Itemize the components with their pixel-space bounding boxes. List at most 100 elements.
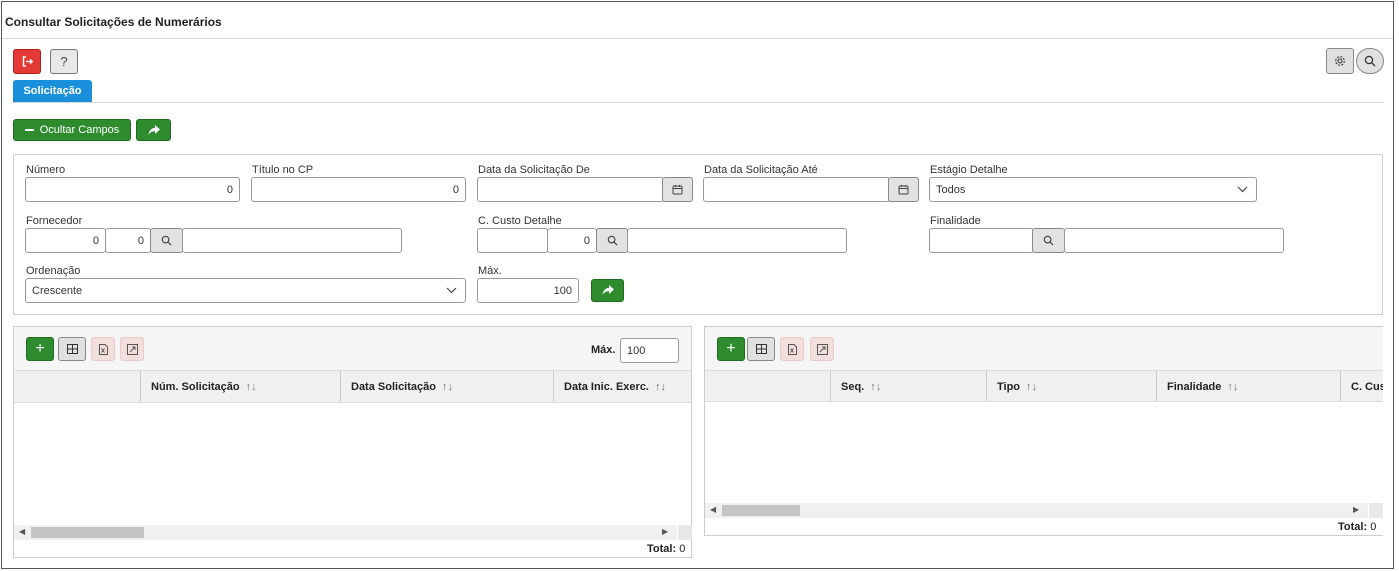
sort-icon: ↑↓: [441, 381, 453, 393]
sort-icon: ↑↓: [870, 380, 882, 393]
column-label: Data Solicitação: [351, 381, 436, 393]
search-icon: [1364, 55, 1376, 67]
chevron-down-icon: [1237, 186, 1248, 193]
data-ate-input[interactable]: [703, 177, 890, 202]
tab-divider: [13, 102, 1383, 103]
titulo-cp-input[interactable]: 0: [251, 177, 466, 202]
custo-search-button[interactable]: [596, 228, 628, 253]
calendar-ate-button[interactable]: [888, 177, 919, 202]
grid-total: Total: 0: [647, 543, 685, 555]
column-header-data-solicitacao[interactable]: Data Solicitação ↑↓: [340, 371, 553, 402]
help-button[interactable]: ?: [50, 49, 78, 74]
resize-handle-icon[interactable]: [678, 525, 692, 540]
data-de-input[interactable]: [477, 177, 664, 202]
columns-button[interactable]: [58, 337, 86, 361]
estagio-label: Estágio Detalhe: [930, 164, 1008, 176]
hide-fields-button[interactable]: Ocultar Campos: [13, 119, 131, 141]
calendar-icon: [672, 185, 683, 195]
column-header-seq[interactable]: Seq. ↑↓: [830, 371, 986, 401]
finalidade-label: Finalidade: [930, 215, 981, 227]
max-label: Máx.: [478, 265, 502, 277]
exit-button[interactable]: [13, 49, 41, 74]
max-input[interactable]: 100: [477, 278, 579, 303]
grid-header: Seq. ↑↓ Tipo ↑↓ Finalidade ↑↓ C. Cus: [705, 371, 1383, 402]
total-value: 0: [1370, 521, 1377, 533]
title-divider: [2, 38, 1393, 39]
fornecedor-code1-input[interactable]: 0: [25, 228, 106, 253]
column-label: Núm. Solicitação: [151, 381, 240, 393]
scroll-right-icon[interactable]: ▶: [1353, 505, 1359, 514]
sort-icon: ↑↓: [245, 381, 257, 393]
search-button[interactable]: [1356, 48, 1384, 74]
grid-header: Núm. Solicitação ↑↓ Data Solicitação ↑↓ Da…: [14, 371, 691, 403]
add-row-button[interactable]: +: [26, 337, 54, 361]
excel-icon: [787, 343, 797, 355]
sort-icon: ↑↓: [1026, 380, 1038, 393]
grid-max-label: Máx.: [591, 344, 616, 356]
estagio-select[interactable]: Todos: [929, 177, 1257, 202]
column-label: Finalidade: [1167, 380, 1222, 393]
sort-icon: ↑↓: [1227, 380, 1239, 393]
fornecedor-label: Fornecedor: [26, 215, 83, 227]
search-go-button[interactable]: [591, 279, 624, 302]
expand-icon: [126, 343, 138, 355]
scroll-thumb[interactable]: [31, 527, 144, 538]
scroll-thumb[interactable]: [722, 505, 800, 516]
grid-max-input[interactable]: 100: [620, 338, 679, 363]
column-header-c-custo[interactable]: C. Cus: [1340, 371, 1383, 401]
total-label: Total:: [647, 543, 677, 555]
chevron-down-icon: [446, 287, 457, 294]
custo-desc-input[interactable]: [627, 228, 847, 253]
search-icon: [1043, 235, 1054, 246]
calendar-de-button[interactable]: [662, 177, 693, 202]
custo-code2-input[interactable]: 0: [547, 228, 597, 253]
column-header-data-inic-exerc[interactable]: Data Inic. Exerc. ↑↓: [553, 371, 691, 402]
apply-filter-button[interactable]: [136, 119, 171, 141]
settings-button[interactable]: [1326, 48, 1354, 74]
add-row-button[interactable]: +: [717, 337, 745, 361]
ordenacao-label: Ordenação: [26, 265, 81, 277]
horizontal-scrollbar[interactable]: ◀ ▶: [14, 525, 677, 540]
exit-icon: [22, 56, 33, 67]
fornecedor-desc-input[interactable]: [182, 228, 402, 253]
search-icon: [607, 235, 618, 246]
sort-icon: ↑↓: [655, 381, 666, 393]
scroll-left-icon[interactable]: ◀: [19, 527, 25, 536]
tab-solicitacao[interactable]: Solicitação: [13, 80, 92, 102]
numero-label: Número: [26, 164, 66, 176]
fornecedor-search-button[interactable]: [150, 228, 183, 253]
tab-label: Solicitação: [23, 85, 82, 97]
column-label: Tipo: [997, 380, 1021, 393]
expand-button[interactable]: [120, 337, 144, 361]
total-label: Total:: [1338, 521, 1368, 533]
scroll-right-icon[interactable]: ▶: [662, 527, 668, 536]
plus-icon: +: [726, 340, 736, 357]
horizontal-scrollbar[interactable]: ◀ ▶: [705, 503, 1368, 518]
columns-button[interactable]: [747, 337, 775, 361]
column-label: C. Cus: [1351, 380, 1383, 393]
column-header-finalidade[interactable]: Finalidade ↑↓: [1156, 371, 1340, 401]
ordenacao-select[interactable]: Crescente: [25, 278, 466, 303]
export-excel-button[interactable]: [91, 337, 115, 361]
estagio-value: Todos: [936, 183, 966, 196]
share-arrow-icon: [148, 124, 160, 135]
total-value: 0: [679, 543, 686, 555]
column-header-tipo[interactable]: Tipo ↑↓: [986, 371, 1156, 401]
gear-icon: [1335, 56, 1345, 66]
fornecedor-code2-input[interactable]: 0: [105, 228, 151, 253]
export-excel-button[interactable]: [780, 337, 804, 361]
expand-button[interactable]: [810, 337, 834, 361]
solicitacoes-grid: + Máx. 100 Núm. Solicitação ↑↓ Data Solic…: [13, 326, 692, 558]
custo-code1-input[interactable]: [477, 228, 548, 253]
resize-handle-icon[interactable]: [1369, 503, 1383, 518]
finalidade-desc-input[interactable]: [1064, 228, 1284, 253]
finalidade-search-button[interactable]: [1032, 228, 1065, 253]
numero-input[interactable]: 0: [25, 177, 240, 202]
scroll-left-icon[interactable]: ◀: [710, 505, 716, 514]
grid-toolbar: + Máx. 100: [14, 327, 691, 371]
calendar-icon: [898, 185, 909, 195]
column-label: Data Inic. Exerc.: [564, 381, 649, 393]
plus-icon: +: [35, 340, 45, 357]
finalidade-code-input[interactable]: [929, 228, 1034, 253]
column-header-num-solicitacao[interactable]: Núm. Solicitação ↑↓: [140, 371, 340, 402]
